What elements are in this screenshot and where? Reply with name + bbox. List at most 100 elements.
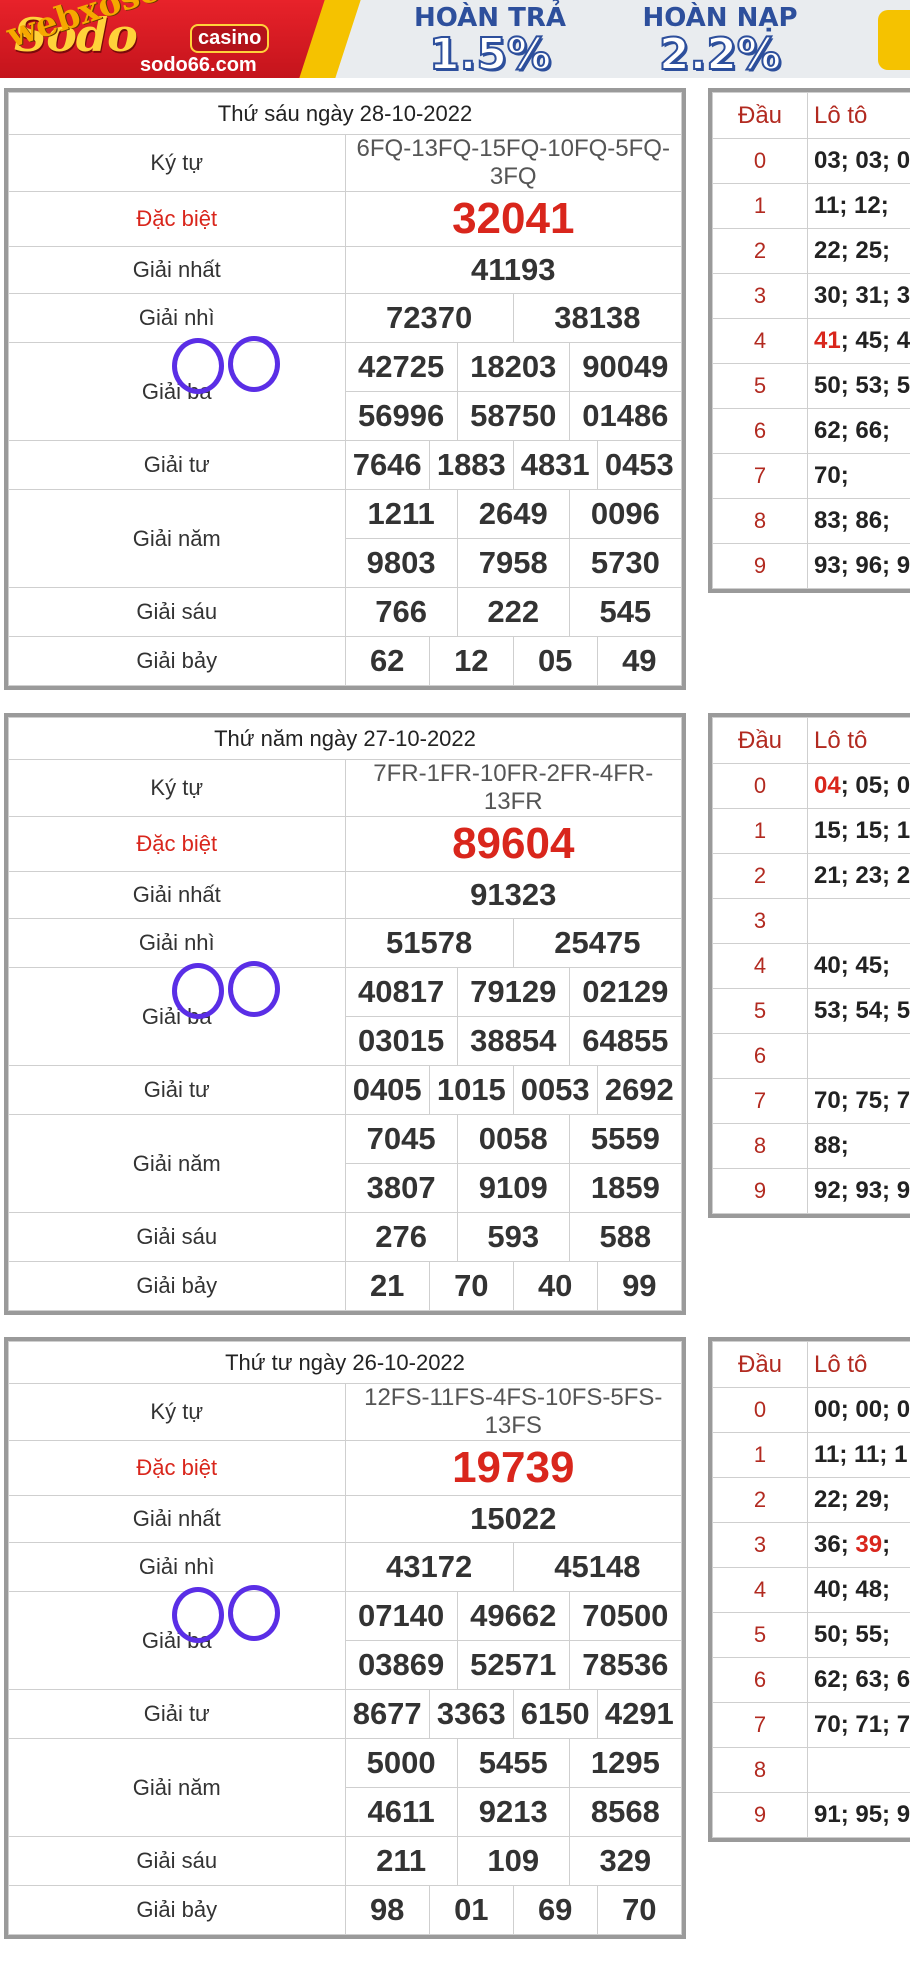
loto-values: 50; 55;	[814, 1621, 891, 1648]
label-nhat: Giải nhất	[8, 246, 346, 294]
seventh-prize: 01	[428, 1886, 514, 1934]
loto-head-digit: 4	[712, 318, 808, 364]
loto-values: 22; 25;	[814, 237, 891, 264]
loto-cell: 11; 12;	[807, 183, 910, 229]
seventh-prize: 70	[428, 1262, 514, 1310]
seventh-prize: 99	[596, 1262, 681, 1310]
result-grid: Thứ tư ngày 26-10-2022 Ký tự 12FS-11FS-4…	[8, 1341, 682, 1935]
loto-row: 4 40; 48;	[712, 1567, 910, 1613]
loto-grid: Đầu Lô tô 0 04; 05; 0 1 15; 15; 1 2 21; …	[712, 717, 910, 1214]
loto-row: 7 70;	[712, 453, 910, 499]
fourth-prize: 7646	[352, 447, 422, 482]
fifth-prize: 5730	[568, 538, 681, 587]
fourth-prize: 1015	[428, 1066, 514, 1114]
promo-cashback: HOÀN TRẢ 1.5%	[390, 4, 590, 78]
loto-row: 5 50; 53; 5	[712, 363, 910, 409]
loto-row: 8 83; 86;	[712, 498, 910, 544]
fourth-prize: 4291	[596, 1690, 681, 1738]
label-nhi: Giải nhì	[8, 918, 346, 968]
first-prize: 41193	[344, 246, 682, 294]
fifth-prize: 0058	[456, 1115, 570, 1164]
sixth-prize: 766	[375, 594, 428, 629]
loto-grid: Đầu Lô tô 0 00; 00; 0 1 11; 11; 1 2 22; …	[712, 1341, 910, 1838]
loto-values: 53; 54; 5	[814, 997, 910, 1024]
loto-head-digit: 0	[712, 138, 808, 184]
label-sau: Giải sáu	[8, 587, 346, 637]
promo-deposit: HOÀN NẠP 2.2%	[620, 4, 820, 78]
second-prize: 25475	[512, 919, 681, 967]
hand-circle-mark	[172, 338, 224, 394]
loto-values: 83; 86;	[814, 507, 891, 534]
fifth-prize: 1295	[568, 1739, 681, 1788]
fourth-prize: 0053	[512, 1066, 598, 1114]
third-prize: 49662	[456, 1592, 570, 1641]
loto-row: 7 70; 75; 7	[712, 1078, 910, 1124]
label-bay: Giải bảy	[8, 636, 346, 686]
loto-row: 6 62; 66;	[712, 408, 910, 454]
loto-row: 3 30; 31; 3	[712, 273, 910, 319]
label-nam: Giải năm	[8, 1738, 346, 1837]
fifth-prize: 7045	[366, 1121, 436, 1156]
loto-cell: 50; 55;	[807, 1612, 910, 1658]
loto-row: 6 62; 63; 6	[712, 1657, 910, 1703]
casino-badge: casino	[190, 24, 270, 53]
label-nhat: Giải nhất	[8, 871, 346, 919]
hand-circle-mark	[228, 1585, 280, 1641]
hand-circle-mark	[228, 961, 280, 1017]
second-prize: 43172	[386, 1549, 473, 1584]
special-prize: 89604	[344, 816, 682, 872]
fifth-prize: 1211	[367, 496, 435, 531]
loto-values: 70; 75; 7	[814, 1087, 910, 1114]
loto-row: 7 70; 71; 7	[712, 1702, 910, 1748]
site-url: sodo66.com	[140, 54, 257, 76]
kytu-value: 6FQ-13FQ-15FQ-10FQ-5FQ-3FQ	[344, 134, 682, 192]
loto-head-digit: 8	[712, 498, 808, 544]
sixth-prize: 109	[456, 1837, 570, 1885]
result-grid: Thứ sáu ngày 28-10-2022 Ký tự 6FQ-13FQ-1…	[8, 92, 682, 686]
result-table: Thứ sáu ngày 28-10-2022 Ký tự 6FQ-13FQ-1…	[4, 88, 686, 690]
loto-values: 62; 66;	[814, 417, 891, 444]
loto-cell: 91; 95; 9	[807, 1792, 910, 1838]
third-prize: 58750	[456, 391, 570, 440]
loto-cell: 22; 25;	[807, 228, 910, 274]
loto-row: 2 22; 29;	[712, 1477, 910, 1523]
draw-date: Thứ sáu ngày 28-10-2022	[8, 92, 682, 135]
fifth-prize: 5559	[568, 1115, 681, 1164]
second-prize: 51578	[386, 925, 473, 960]
loto-values: 91; 95; 9	[814, 1801, 910, 1828]
loto-highlight: 04	[814, 772, 841, 799]
loto-head-digit: 8	[712, 1123, 808, 1169]
promo-cashback-value: 1.5%	[428, 29, 552, 79]
label-nhi: Giải nhì	[8, 1542, 346, 1592]
loto-row: 3	[712, 898, 910, 944]
loto-cell: 15; 15; 1	[807, 808, 910, 854]
loto-values: 88;	[814, 1132, 849, 1159]
loto-head-digit: 2	[712, 1477, 808, 1523]
loto-values: 40; 45;	[814, 952, 891, 979]
fifth-prize: 7958	[456, 538, 570, 587]
loto-cell: 70; 75; 7	[807, 1078, 910, 1124]
loto-head-digit: 7	[712, 1702, 808, 1748]
fifth-prize: 9803	[345, 538, 458, 587]
loto-values: 03; 03; 0	[814, 147, 910, 174]
third-prize: 07140	[358, 1598, 445, 1633]
loto-cell: 40; 48;	[807, 1567, 910, 1613]
loto-head-digit: 2	[712, 853, 808, 899]
kytu-value: 12FS-11FS-4FS-10FS-5FS-13FS	[344, 1383, 682, 1441]
draw-date: Thứ năm ngày 27-10-2022	[8, 717, 682, 760]
loto-head-digit: 0	[712, 1387, 808, 1433]
loto-head-digit: 7	[712, 453, 808, 499]
loto-head-digit: 9	[712, 1792, 808, 1838]
loto-head-digit: 3	[712, 1522, 808, 1568]
fifth-prize: 3807	[345, 1163, 458, 1212]
loto-rest: ; 45; 4	[840, 327, 910, 354]
loto-head-digit: 3	[712, 898, 808, 944]
ad-banner[interactable]: Sodo casino sodo66.com webxoso.net HOÀN …	[0, 0, 910, 78]
label-nam: Giải năm	[8, 489, 346, 588]
loto-values: 22; 29;	[814, 1486, 891, 1513]
third-prize: 78536	[568, 1640, 681, 1689]
loto-row: 9 93; 96; 9	[712, 543, 910, 589]
loto-row: 0 00; 00; 0	[712, 1387, 910, 1433]
loto-rest: ; 05; 0	[840, 772, 910, 799]
loto-cell: 11; 11; 1	[807, 1432, 910, 1478]
